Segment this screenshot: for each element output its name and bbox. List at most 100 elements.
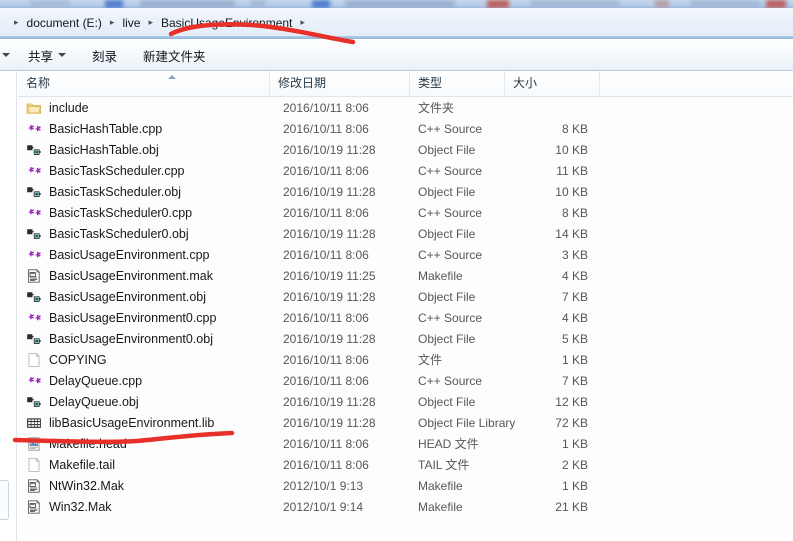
file-name-cell[interactable]: BasicUsageEnvironment0.obj: [26, 331, 213, 347]
navigation-pane[interactable]: [0, 71, 17, 541]
table-row[interactable]: DelayQueue.obj 2016/10/19 11:28 Object Fil…: [18, 391, 793, 412]
table-row[interactable]: BasicUsageEnvironment.obj 2016/10/19 11:2…: [18, 286, 793, 307]
table-row[interactable]: BasicTaskScheduler0.cpp 2016/10/11 8:06 C+…: [18, 202, 793, 223]
breadcrumb-item-drive[interactable]: document (E:): [25, 15, 104, 31]
table-row[interactable]: BasicUsageEnvironment.mak 2016/10/19 11:2…: [18, 265, 793, 286]
file-type-cell: HEAD 文件: [418, 437, 479, 451]
file-type-cell: C++ Source: [418, 163, 483, 178]
file-date-cell: 2016/10/19 11:28: [283, 142, 376, 157]
file-name-cell[interactable]: BasicUsageEnvironment0.cpp: [26, 310, 216, 326]
file-date-cell: 2016/10/11 8:06: [283, 205, 369, 220]
file-date-cell: 2012/10/1 9:13: [283, 478, 364, 493]
file-type-cell: 文件: [418, 353, 443, 367]
file-type-cell: Object File: [418, 289, 476, 304]
table-row[interactable]: DelayQueue.cpp 2016/10/11 8:06 C++ Source 7…: [18, 370, 793, 391]
file-name-label: BasicUsageEnvironment.cpp: [49, 247, 210, 262]
file-size-cell: 11 KB: [556, 163, 588, 178]
file-date-cell: 2016/10/19 11:28: [283, 415, 376, 430]
table-row[interactable]: Win32.Mak 2012/10/1 9:14 Makefile 21 KB: [18, 496, 793, 517]
file-size-cell: 14 KB: [555, 226, 588, 241]
column-header-date-modified[interactable]: 修改日期: [270, 71, 410, 96]
pane-splitter-handle[interactable]: [0, 480, 9, 520]
table-row[interactable]: BasicUsageEnvironment0.obj 2016/10/19 11:…: [18, 328, 793, 349]
file-date-cell: 2016/10/11 8:06: [283, 436, 369, 451]
table-row[interactable]: BasicTaskScheduler0.obj 2016/10/19 11:28 O…: [18, 223, 793, 244]
table-row[interactable]: BasicHashTable.obj 2016/10/19 11:28 Object…: [18, 139, 793, 160]
head-file-icon: [28, 436, 40, 451]
file-name-label: BasicHashTable.cpp: [49, 121, 163, 136]
cpp-source-icon: [28, 313, 41, 320]
file-name-cell[interactable]: DelayQueue.cpp: [26, 373, 142, 389]
file-name-cell[interactable]: BasicHashTable.cpp: [26, 121, 162, 137]
breadcrumb-item-current[interactable]: BasicUsageEnvironment: [159, 15, 294, 31]
table-row[interactable]: BasicUsageEnvironment0.cpp 2016/10/11 8:0…: [18, 307, 793, 328]
file-name-cell[interactable]: BasicTaskScheduler.obj: [26, 184, 181, 200]
chevron-right-icon[interactable]: ▸: [142, 18, 159, 27]
file-name-cell[interactable]: BasicTaskScheduler.cpp: [26, 163, 185, 179]
file-name-cell[interactable]: libBasicUsageEnvironment.lib: [26, 415, 214, 431]
share-with-button[interactable]: 共享: [22, 44, 72, 66]
file-name-cell[interactable]: COPYING: [26, 352, 107, 368]
table-row[interactable]: NtWin32.Mak 2012/10/1 9:13 Makefile 1 KB: [18, 475, 793, 496]
burn-label: 刻录: [92, 49, 118, 64]
file-size-cell: 1 KB: [561, 352, 588, 367]
file-date-cell: 2016/10/19 11:28: [283, 184, 376, 199]
chevron-down-icon: [58, 53, 67, 57]
column-header-type[interactable]: 类型: [410, 71, 505, 96]
file-name-label: BasicUsageEnvironment0.obj: [49, 331, 213, 346]
table-row[interactable]: BasicTaskScheduler.obj 2016/10/19 11:28 Ob…: [18, 181, 793, 202]
file-name-cell[interactable]: BasicTaskScheduler0.obj: [26, 226, 189, 242]
table-row[interactable]: BasicHashTable.cpp 2016/10/11 8:06 C++ Sou…: [18, 118, 793, 139]
chevron-right-icon[interactable]: ▸: [104, 18, 121, 27]
file-size-cell: 21 KB: [555, 499, 588, 514]
column-header-name[interactable]: 名称: [18, 71, 270, 96]
file-type-cell: C++ Source: [418, 247, 483, 262]
file-name-label: Makefile.tail: [49, 457, 115, 472]
makefile-icon: [28, 478, 41, 493]
file-date-cell: 2016/10/19 11:28: [283, 331, 376, 346]
file-name-cell[interactable]: Win32.Mak: [26, 499, 112, 515]
file-name-cell[interactable]: DelayQueue.obj: [26, 394, 139, 410]
file-name-cell[interactable]: Makefile.tail: [26, 457, 115, 473]
file-list-view[interactable]: 名称 修改日期 类型 大小 include 2016/10/11 8:06 文件夹 B…: [18, 71, 793, 541]
column-header-size[interactable]: 大小: [505, 71, 600, 96]
file-name-cell[interactable]: BasicHashTable.obj: [26, 142, 159, 158]
column-header-row: 名称 修改日期 类型 大小: [18, 71, 793, 97]
file-size-cell: 72 KB: [555, 415, 588, 430]
chevron-right-icon[interactable]: ▸: [294, 18, 311, 27]
file-name-cell[interactable]: BasicUsageEnvironment.obj: [26, 289, 206, 305]
organize-menu-button[interactable]: [0, 44, 14, 66]
burn-button[interactable]: 刻录: [86, 44, 123, 66]
share-with-label: 共享: [28, 49, 54, 64]
table-row[interactable]: Makefile.head 2016/10/11 8:06 HEAD 文件 1 KB: [18, 433, 793, 454]
breadcrumb: ▸ document (E:) ▸ live ▸ BasicUsageEnvir…: [8, 8, 311, 37]
table-row[interactable]: BasicTaskScheduler.cpp 2016/10/11 8:06 C++…: [18, 160, 793, 181]
file-date-cell: 2016/10/19 11:28: [283, 226, 376, 241]
new-folder-label: 新建文件夹: [143, 49, 206, 64]
file-name-cell[interactable]: include: [26, 100, 89, 116]
file-date-cell: 2016/10/19 11:28: [283, 394, 376, 409]
cpp-source-icon: [28, 166, 41, 173]
table-row[interactable]: libBasicUsageEnvironment.lib 2016/10/19 1…: [18, 412, 793, 433]
new-folder-button[interactable]: 新建文件夹: [137, 44, 212, 66]
file-name-cell[interactable]: NtWin32.Mak: [26, 478, 124, 494]
file-name-cell[interactable]: BasicUsageEnvironment.cpp: [26, 247, 210, 263]
file-name-label: COPYING: [49, 352, 107, 367]
table-row[interactable]: COPYING 2016/10/11 8:06 文件 1 KB: [18, 349, 793, 370]
table-row[interactable]: include 2016/10/11 8:06 文件夹: [18, 97, 793, 118]
file-name-label: BasicTaskScheduler0.obj: [49, 226, 189, 241]
object-file-icon: [27, 333, 41, 344]
file-name-cell[interactable]: BasicTaskScheduler0.cpp: [26, 205, 192, 221]
blank-file-icon: [28, 457, 40, 472]
address-bar[interactable]: ▸ document (E:) ▸ live ▸ BasicUsageEnvir…: [0, 8, 793, 37]
explorer-window: ▸ document (E:) ▸ live ▸ BasicUsageEnvir…: [0, 0, 793, 541]
breadcrumb-item-live[interactable]: live: [120, 15, 142, 31]
file-name-label: DelayQueue.obj: [49, 394, 139, 409]
file-name-cell[interactable]: BasicUsageEnvironment.mak: [26, 268, 213, 284]
chevron-down-icon: [2, 53, 10, 57]
table-row[interactable]: Makefile.tail 2016/10/11 8:06 TAIL 文件 2 KB: [18, 454, 793, 475]
file-name-label: DelayQueue.cpp: [49, 373, 143, 388]
file-name-label: Win32.Mak: [49, 499, 112, 514]
table-row[interactable]: BasicUsageEnvironment.cpp 2016/10/11 8:06…: [18, 244, 793, 265]
file-name-cell[interactable]: Makefile.head: [26, 436, 127, 452]
